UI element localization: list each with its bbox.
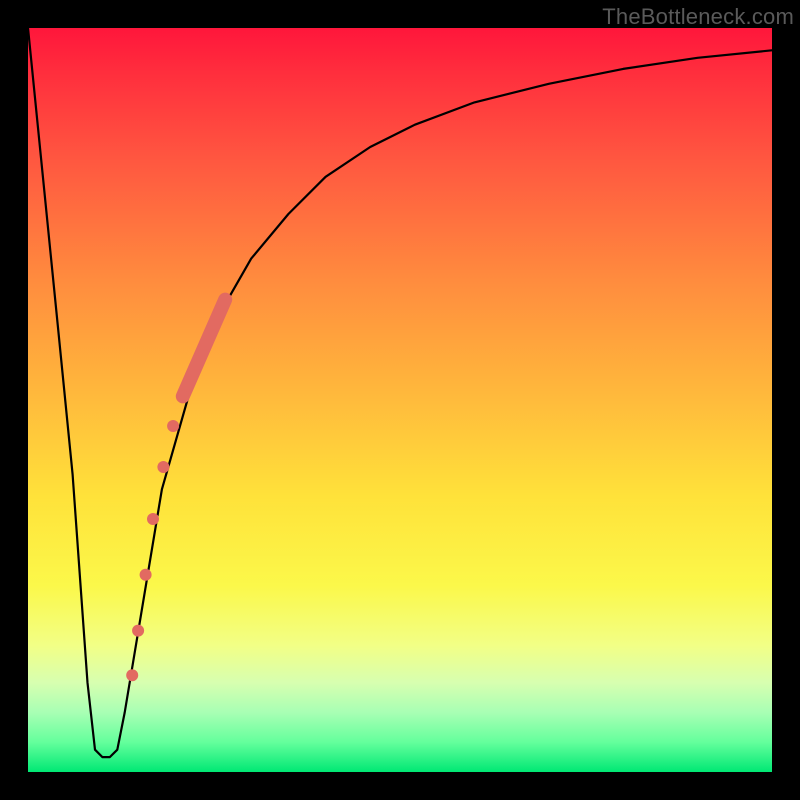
marker-dot (140, 569, 152, 581)
marker-dot (157, 461, 169, 473)
watermark-text: TheBottleneck.com (602, 4, 794, 30)
marker-group (126, 390, 189, 681)
chart-svg (28, 28, 772, 772)
highlight-segment (183, 300, 225, 397)
marker-dot (126, 669, 138, 681)
chart-plot-area (28, 28, 772, 772)
marker-dot (132, 625, 144, 637)
chart-frame: TheBottleneck.com (0, 0, 800, 800)
marker-dot (167, 420, 179, 432)
marker-dot (177, 390, 189, 402)
bottleneck-curve (28, 28, 772, 757)
marker-dot (147, 513, 159, 525)
